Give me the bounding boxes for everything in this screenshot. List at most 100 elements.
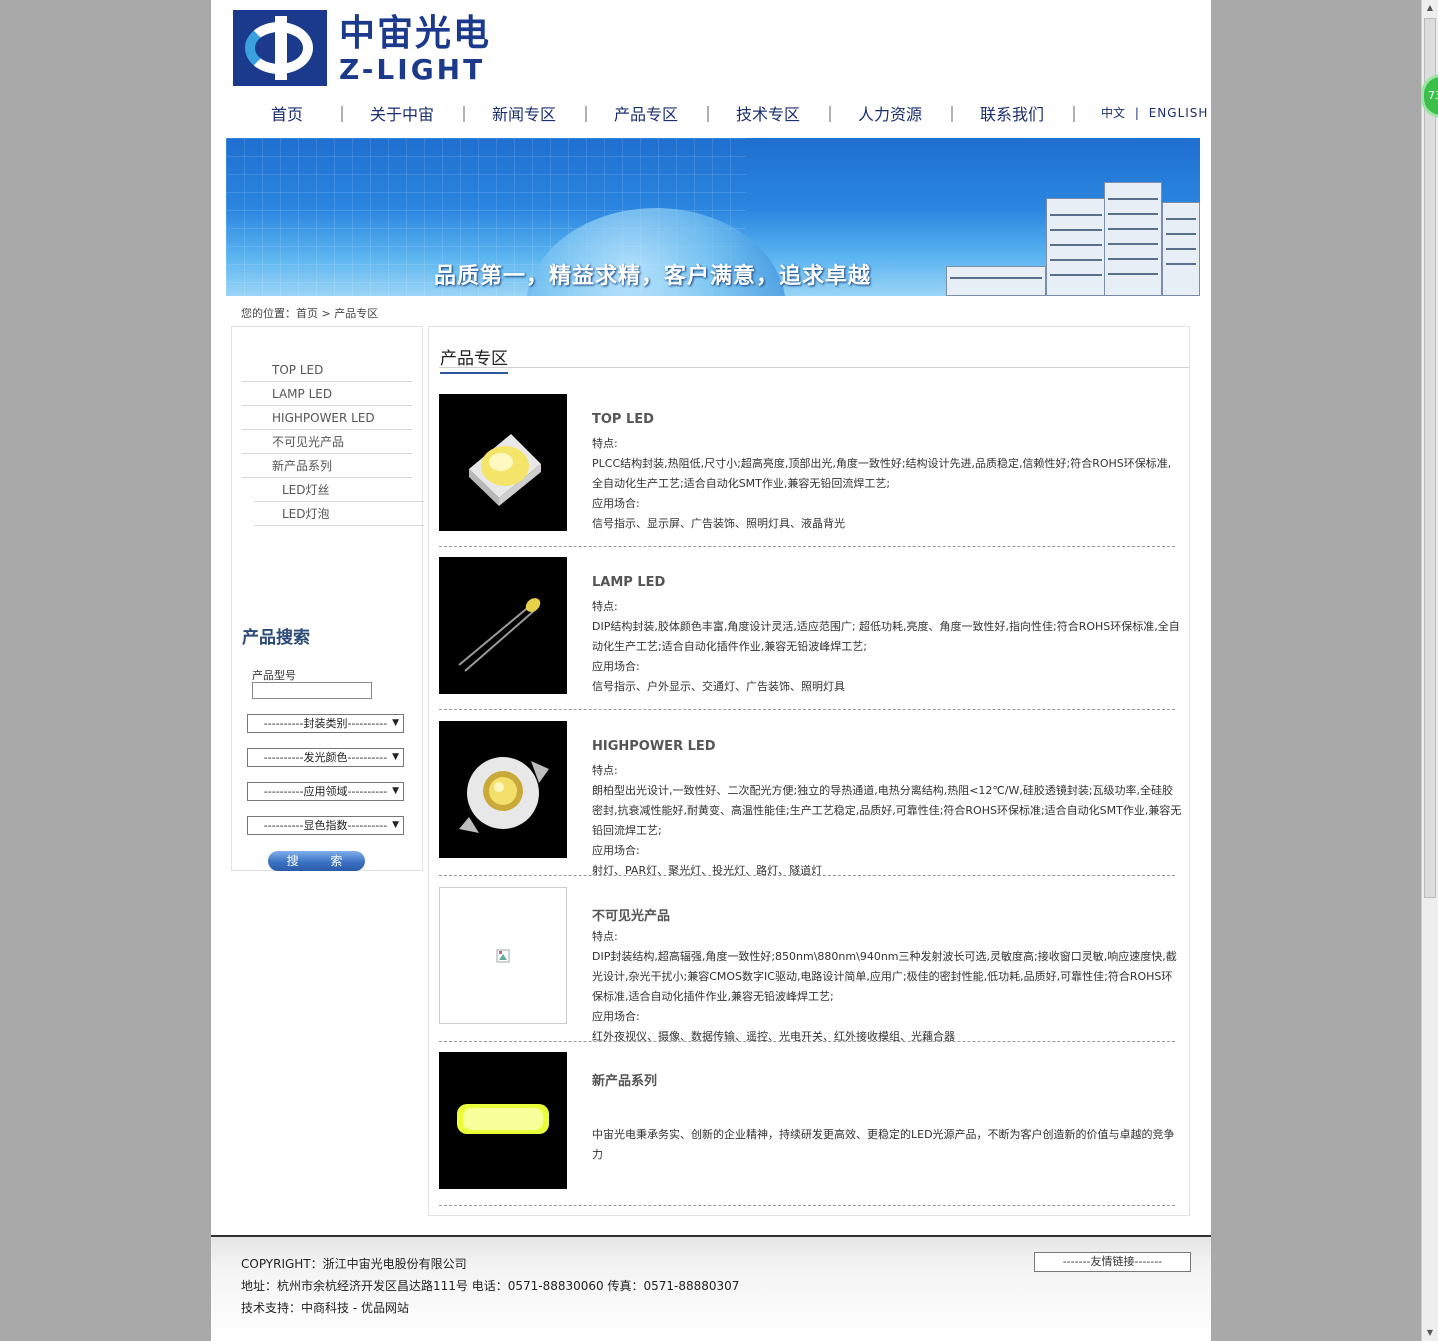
desc-line: 信号指示、显示屏、广告装饰、照明灯具、液晶背光 <box>592 517 845 530</box>
desc-line: 特点: <box>592 764 618 777</box>
logo-cn-text: 中宙光电 <box>339 13 492 54</box>
nav-item-tech[interactable]: 技术专区 <box>707 100 829 130</box>
broken-image-icon <box>496 949 510 963</box>
product-name[interactable]: TOP LED <box>592 412 654 427</box>
desc-line: 特点: <box>592 600 618 613</box>
nav-separator <box>1073 106 1075 122</box>
desc-line: 应用场合: <box>592 660 640 673</box>
desc-line: 特点: <box>592 930 618 943</box>
banner-building-image <box>1162 202 1200 296</box>
product-name[interactable]: HIGHPOWER LED <box>592 739 716 754</box>
sidebar-subitem-led-filament[interactable]: LED灯丝 <box>254 478 424 502</box>
product-search-title: 产品搜索 <box>242 628 310 648</box>
main-content: 产品专区 TOP LED 特点: PLCC结构封装,热阻低,尺寸小;超高亮度,顶… <box>428 326 1190 1216</box>
lang-en-link[interactable]: ENGLISH <box>1149 106 1209 120</box>
select-value: ----------显色指数---------- <box>263 819 388 832</box>
nav-item-home[interactable]: 首页 <box>226 100 348 130</box>
desc-line: 信号指示、户外显示、交通灯、广告装饰、照明灯具 <box>592 680 845 693</box>
product-divider <box>439 1205 1175 1206</box>
footer-support[interactable]: 技术支持：中商科技 - 优品网站 <box>241 1299 409 1316</box>
product-image-lamp-led[interactable] <box>439 557 567 694</box>
product-name[interactable]: 新产品系列 <box>592 1070 657 1089</box>
desc-line: 应用场合: <box>592 497 640 510</box>
nav-item-news[interactable]: 新闻专区 <box>463 100 585 130</box>
product-divider <box>439 546 1175 547</box>
model-input[interactable] <box>252 682 372 699</box>
footer: COPYRIGHT：浙江中宙光电股份有限公司 地址：杭州市余杭经济开发区昌达路1… <box>211 1235 1211 1341</box>
banner-building-image <box>1104 182 1162 296</box>
footer-copyright: COPYRIGHT：浙江中宙光电股份有限公司 <box>241 1257 467 1271</box>
scroll-up-icon[interactable]: ▲ <box>1422 0 1438 16</box>
footer-address: 地址：杭州市余杭经济开发区昌达路111号 电话：0571-88830060 传真… <box>241 1279 740 1293</box>
desc-line: DIP结构封装,胶体颜色丰富,角度设计灵活,适应范围广; 超低功耗,亮度、角度一… <box>592 620 1180 653</box>
friendly-links-select[interactable]: -------友情链接------- <box>1034 1252 1191 1272</box>
scrollbar-thumb[interactable] <box>1424 18 1436 898</box>
product-image-top-led[interactable] <box>439 394 567 531</box>
product-description: 特点: DIP结构封装,胶体颜色丰富,角度设计灵活,适应范围广; 超低功耗,亮度… <box>592 597 1182 697</box>
product-image-invisible-light[interactable] <box>439 887 567 1024</box>
product-item: 新产品系列 中宙光电秉承务实、创新的企业精神，持续研发更高效、更稳定的LED光源… <box>439 1052 1175 1212</box>
dropdown-arrow-icon: ▼ <box>392 786 399 796</box>
desc-line: PLCC结构封装,热阻低,尺寸小;超高亮度,顶部出光,角度一致性好;结构设计先进… <box>592 457 1172 490</box>
sidebar-subitem-led-bulb[interactable]: LED灯泡 <box>254 502 424 526</box>
page: 中宙光电 Z-LIGHT 首页 关于中宙 新闻专区 产品专区 技术专区 人力资源… <box>211 0 1211 1341</box>
select-value: ----------封装类别---------- <box>263 717 388 730</box>
page-scrollbar[interactable]: ▲ ▼ <box>1421 0 1438 1341</box>
sidebar-item-lamp-led[interactable]: LAMP LED <box>242 382 412 406</box>
desc-line: 特点: <box>592 437 618 450</box>
sidebar: TOP LED LAMP LED HIGHPOWER LED 不可见光产品 新产… <box>231 326 424 871</box>
product-image-new-products[interactable] <box>439 1052 567 1189</box>
nav-item-hr[interactable]: 人力资源 <box>829 100 951 130</box>
breadcrumb: 您的位置：首页 > 产品专区 <box>241 307 379 320</box>
lang-cn-link[interactable]: 中文 <box>1101 106 1125 120</box>
product-divider <box>439 1041 1175 1042</box>
nav-item-about[interactable]: 关于中宙 <box>341 100 463 130</box>
lang-separator: | <box>1134 106 1139 120</box>
product-description: 特点: PLCC结构封装,热阻低,尺寸小;超高亮度,顶部出光,角度一致性好;结构… <box>592 434 1182 534</box>
nav-item-contact[interactable]: 联系我们 <box>951 100 1073 130</box>
desc-line: 射灯、PAR灯、聚光灯、投光灯、路灯、隧道灯 <box>592 864 823 877</box>
product-description: 中宙光电秉承务实、创新的企业精神，持续研发更高效、更稳定的LED光源产品，不断为… <box>592 1125 1182 1165</box>
logo-en-text: Z-LIGHT <box>339 53 486 86</box>
sidebar-item-highpower-led[interactable]: HIGHPOWER LED <box>242 406 412 430</box>
desc-line: 应用场合: <box>592 1010 640 1023</box>
product-name[interactable]: LAMP LED <box>592 575 665 590</box>
product-item: LAMP LED 特点: DIP结构封装,胶体颜色丰富,角度设计灵活,适应范围广… <box>439 557 1180 710</box>
scroll-down-icon[interactable]: ▼ <box>1422 1325 1438 1341</box>
dropdown-arrow-icon: ▼ <box>392 820 399 830</box>
product-item: TOP LED 特点: PLCC结构封装,热阻低,尺寸小;超高亮度,顶部出光,角… <box>439 394 1175 547</box>
page-title: 产品专区 <box>440 344 508 374</box>
model-label: 产品型号 <box>252 669 296 682</box>
product-item: HIGHPOWER LED 特点: 朗柏型出光设计,一致性好、二次配光方便;独立… <box>439 721 1181 877</box>
product-divider <box>439 709 1175 710</box>
select-value: ----------应用领域---------- <box>263 785 388 798</box>
desc-line: DIP封装结构,超高辐强,角度一致性好;850nm\880nm\940nm三种发… <box>592 950 1177 1003</box>
banner-slogan: 品质第一，精益求精，客户满意，追求卓越 <box>434 264 872 289</box>
language-switch: 中文 | ENGLISH <box>1101 104 1208 122</box>
main-nav: 首页 关于中宙 新闻专区 产品专区 技术专区 人力资源 联系我们 <box>226 100 1196 130</box>
sidebar-item-invisible-light[interactable]: 不可见光产品 <box>242 430 412 454</box>
product-item: 不可见光产品 特点: DIP封装结构,超高辐强,角度一致性好;850nm\880… <box>439 887 1177 1043</box>
sidebar-item-top-led[interactable]: TOP LED <box>242 358 412 382</box>
product-name[interactable]: 不可见光产品 <box>592 905 670 924</box>
sidebar-item-new-products[interactable]: 新产品系列 <box>242 454 412 478</box>
desc-line: 红外夜视仪、摄像、数据传输、遥控、光电开关、红外接收模组、光藕合器 <box>592 1030 955 1043</box>
package-type-select[interactable]: ----------封装类别---------- ▼ <box>247 714 404 733</box>
product-description: 特点: DIP封装结构,超高辐强,角度一致性好;850nm\880nm\940n… <box>592 927 1182 1047</box>
application-select[interactable]: ----------应用领域---------- ▼ <box>247 782 404 801</box>
search-button[interactable]: 搜 索 <box>268 851 365 871</box>
select-value: ----------发光颜色---------- <box>263 751 388 764</box>
desc-line: 朗柏型出光设计,一致性好、二次配光方便;独立的导热通道,电热分离结构,热阻<12… <box>592 784 1182 837</box>
cri-select[interactable]: ----------显色指数---------- ▼ <box>247 816 404 835</box>
product-description: 特点: 朗柏型出光设计,一致性好、二次配光方便;独立的导热通道,电热分离结构,热… <box>592 761 1182 881</box>
nav-item-products[interactable]: 产品专区 <box>585 100 707 130</box>
logo[interactable]: 中宙光电 Z-LIGHT <box>233 10 505 86</box>
banner: 品质第一，精益求精，客户满意，追求卓越 <box>226 138 1200 296</box>
product-divider <box>439 875 1175 876</box>
product-image-highpower-led[interactable] <box>439 721 567 858</box>
light-color-select[interactable]: ----------发光颜色---------- ▼ <box>247 748 404 767</box>
desc-line: 应用场合: <box>592 844 640 857</box>
logo-mark-icon <box>233 10 327 86</box>
banner-building-image <box>1046 198 1106 296</box>
desc-line: 中宙光电秉承务实、创新的企业精神，持续研发更高效、更稳定的LED光源产品，不断为… <box>592 1128 1175 1161</box>
